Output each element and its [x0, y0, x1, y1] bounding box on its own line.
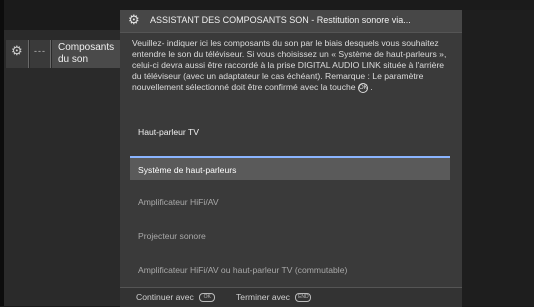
- dialog-title-bar: ⚙ ASSISTANT DES COMPOSANTS SON - Restitu…: [120, 10, 462, 33]
- finish-hint: Terminer avec END: [236, 292, 312, 303]
- sound-components-dialog: ⚙ ASSISTANT DES COMPOSANTS SON - Restitu…: [120, 10, 462, 307]
- option-sound-projector[interactable]: Projecteur sonore: [130, 224, 450, 248]
- option-speaker-system[interactable]: Système de haut-parleurs: [130, 156, 450, 180]
- sidebar-item-settings[interactable]: ⚙: [6, 40, 29, 68]
- tv-screen: ⚙ --- Composants du son ⚙ ASSISTANT DES …: [0, 0, 534, 307]
- option-hifi-amplifier[interactable]: Amplificateur HiFi/AV: [130, 190, 450, 214]
- background-panel: [462, 10, 534, 306]
- option-hifi-or-tv-switchable[interactable]: Amplificateur HiFi/AV ou haut-parleur TV…: [130, 258, 450, 282]
- continue-hint-text: Continuer avec: [136, 292, 194, 302]
- sidebar-item-label: Composants du son: [58, 42, 114, 66]
- ok-button-icon: OK: [199, 293, 216, 303]
- sidebar-placeholder-label: ---: [34, 46, 46, 56]
- description-text: Veuillez- indiquer ici les composants du…: [132, 38, 447, 92]
- dialog-title: ASSISTANT DES COMPOSANTS SON - Restituti…: [150, 15, 411, 25]
- gears-icon: ⚙: [128, 12, 140, 27]
- sidebar-item-placeholder[interactable]: ---: [30, 40, 51, 68]
- continue-hint: Continuer avec OK: [136, 292, 216, 303]
- dialog-description: Veuillez- indiquer ici les composants du…: [132, 38, 454, 93]
- option-tv-speaker[interactable]: Haut-parleur TV: [130, 120, 450, 144]
- ok-key-icon: OK: [357, 82, 368, 93]
- end-button-icon: END: [295, 293, 312, 303]
- sidebar-label-line2: du son: [58, 54, 89, 65]
- description-end: .: [370, 82, 373, 92]
- sidebar-label-line1: Composants: [58, 42, 115, 53]
- sidebar: ⚙ --- Composants du son: [4, 30, 121, 306]
- sidebar-item-sound-components[interactable]: Composants du son: [52, 40, 121, 68]
- finish-hint-text: Terminer avec: [236, 292, 290, 302]
- gear-icon: ⚙: [11, 43, 23, 58]
- hint-bar: Continuer avec OK Terminer avec END: [120, 287, 462, 307]
